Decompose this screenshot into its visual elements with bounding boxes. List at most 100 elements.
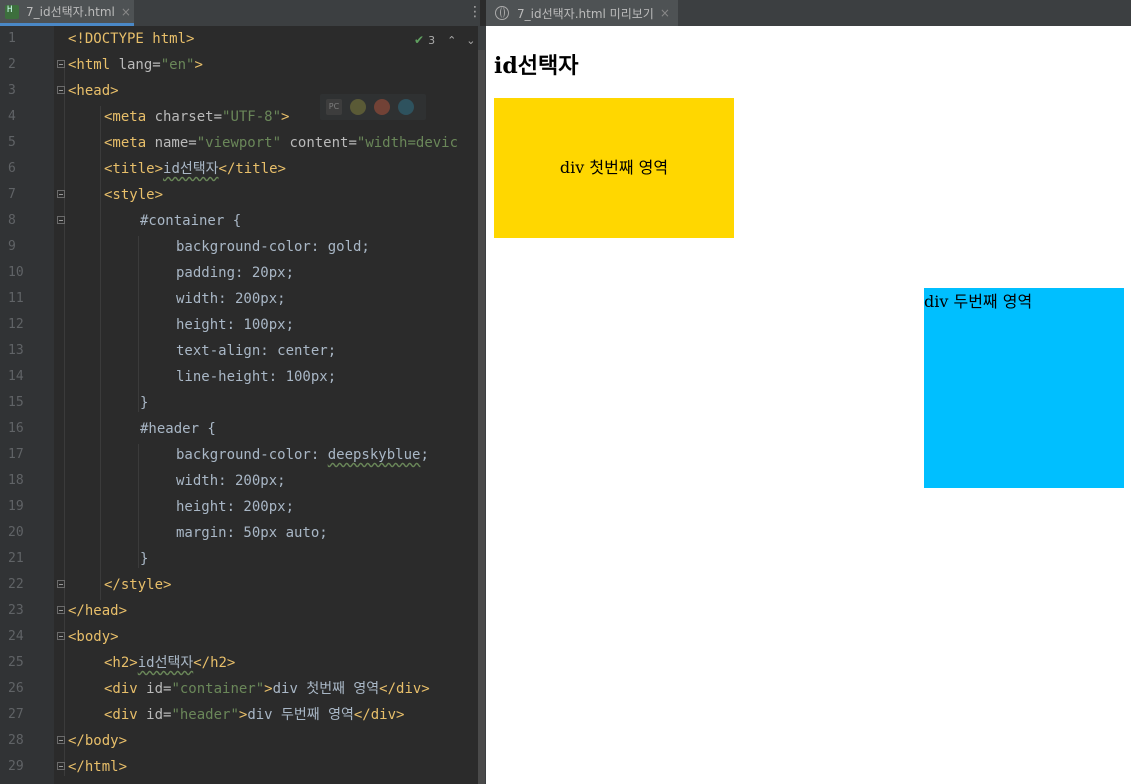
- line-number: 6: [8, 161, 16, 176]
- close-tab-icon[interactable]: ×: [121, 5, 131, 19]
- line-number: 8: [8, 213, 16, 228]
- line-number: 15: [8, 395, 24, 410]
- line-number: 16: [8, 421, 24, 436]
- preview-viewport: id선택자 div 첫번째 영역 div 두번째 영역: [486, 26, 1131, 784]
- code-line: 12 height: 100px;: [0, 312, 478, 338]
- code-text: <style>: [104, 182, 163, 208]
- attr-token: id=: [146, 707, 172, 723]
- code-text: <title>id선택자</title>: [104, 156, 286, 182]
- fold-icon[interactable]: [57, 762, 65, 770]
- preview-tab-bar: 7_id선택자.html 미리보기 ×: [486, 0, 1131, 27]
- code-text: margin: 50px auto;: [176, 520, 328, 546]
- doctype-token: <!DOCTYPE html>: [68, 31, 195, 47]
- tag-token: <meta: [104, 109, 155, 125]
- code-text: </style>: [104, 572, 171, 598]
- line-number: 28: [8, 733, 24, 748]
- code-line: 27 <div id="header">div 두번째 영역</div>: [0, 702, 478, 728]
- tag-token: <div: [104, 681, 147, 697]
- line-number: 12: [8, 317, 24, 332]
- line-number: 25: [8, 655, 24, 670]
- code-line: 14 line-height: 100px;: [0, 364, 478, 390]
- fold-icon[interactable]: [57, 580, 65, 588]
- attr-token: id=: [146, 681, 172, 697]
- tag-token: </div>: [353, 707, 405, 723]
- code-line: 24 <body>: [0, 624, 478, 650]
- editor-tab[interactable]: 7_id선택자.html ×: [0, 0, 134, 26]
- css-declaration: width: 200px;: [176, 291, 286, 307]
- selector-token: #header {: [140, 421, 216, 437]
- line-number: 27: [8, 707, 24, 722]
- preview-tab-label: 7_id선택자.html 미리보기: [517, 6, 654, 21]
- code-line: 6 <title>id선택자</title>: [0, 156, 478, 182]
- editor-tab-bar: 7_id선택자.html × ⋮: [0, 0, 482, 27]
- tag-token: </title>: [218, 161, 286, 177]
- line-number: 14: [8, 369, 24, 384]
- preview-heading: id선택자: [494, 53, 579, 79]
- brace-token: }: [140, 551, 149, 567]
- fold-icon[interactable]: [57, 632, 65, 640]
- code-line: 7 <style>: [0, 182, 478, 208]
- tag-token: </style>: [104, 577, 172, 593]
- line-number: 20: [8, 525, 24, 540]
- code-text: #header {: [140, 416, 216, 442]
- code-line: 25 <h2>id선택자</h2>: [0, 650, 478, 676]
- editor-area[interactable]: ✔ 3 ⌃ ⌄ PC 1 <!DOCTYPE html> 2 <html lan…: [0, 26, 478, 784]
- code-line: 15 }: [0, 390, 478, 416]
- preview-tab[interactable]: 7_id선택자.html 미리보기 ×: [486, 0, 678, 26]
- code-text: <!DOCTYPE html>: [68, 26, 194, 52]
- code-line: 2 <html lang="en">: [0, 52, 478, 78]
- css-declaration: background-color: gold;: [176, 239, 370, 255]
- line-number: 24: [8, 629, 24, 644]
- code-line: 1 <!DOCTYPE html>: [0, 26, 478, 52]
- line-number: 29: [8, 759, 24, 774]
- css-value: deepskyblue: [327, 447, 421, 463]
- tag-token: <head>: [68, 83, 119, 99]
- tag-token: <div: [104, 707, 147, 723]
- css-declaration: height: 100px;: [176, 317, 295, 333]
- css-declaration: padding: 20px;: [176, 265, 295, 281]
- fold-icon[interactable]: [57, 216, 65, 224]
- code-text: height: 100px;: [176, 312, 294, 338]
- fold-icon[interactable]: [57, 736, 65, 744]
- line-number: 9: [8, 239, 16, 254]
- header-text: div 두번째 영역: [924, 292, 1033, 311]
- code-line: 8 #container {: [0, 208, 478, 234]
- line-number: 11: [8, 291, 24, 306]
- line-number: 19: [8, 499, 24, 514]
- fold-icon[interactable]: [57, 60, 65, 68]
- attr-token: lang=: [118, 57, 161, 73]
- code-text: </head>: [68, 598, 127, 624]
- tag-token: >: [264, 681, 273, 697]
- code-text: <meta charset="UTF-8">: [104, 104, 289, 130]
- attr-token: charset=: [154, 109, 223, 125]
- code-line: 21 }: [0, 546, 478, 572]
- string-token: "header": [171, 707, 239, 723]
- line-number: 10: [8, 265, 24, 280]
- css-property: background-color:: [176, 447, 328, 463]
- css-declaration: height: 200px;: [176, 499, 295, 515]
- code-text: </html>: [68, 754, 127, 780]
- fold-icon[interactable]: [57, 606, 65, 614]
- fold-icon[interactable]: [57, 86, 65, 94]
- code-line: 13 text-align: center;: [0, 338, 478, 364]
- string-token: "en": [160, 57, 195, 73]
- editor-tab-label: 7_id선택자.html: [26, 5, 115, 19]
- code-text: padding: 20px;: [176, 260, 294, 286]
- code-line: 22 </style>: [0, 572, 478, 598]
- brace-token: }: [140, 395, 149, 411]
- code-text: line-height: 100px;: [176, 364, 336, 390]
- tag-token: </head>: [68, 603, 128, 619]
- attr-token: content=: [281, 135, 357, 151]
- fold-icon[interactable]: [57, 190, 65, 198]
- code-line: 20 margin: 50px auto;: [0, 520, 478, 546]
- editor-scroll-thumb[interactable]: [478, 50, 485, 784]
- code-line: 26 <div id="container">div 첫번째 영역</div>: [0, 676, 478, 702]
- close-tab-icon[interactable]: ×: [660, 6, 670, 20]
- code-text: }: [140, 390, 148, 416]
- code-text: <head>: [68, 78, 119, 104]
- container-div: div 첫번째 영역: [494, 98, 734, 238]
- line-number: 18: [8, 473, 24, 488]
- code-text: width: 200px;: [176, 286, 286, 312]
- more-options-icon[interactable]: ⋮: [468, 5, 482, 19]
- line-number: 22: [8, 577, 24, 592]
